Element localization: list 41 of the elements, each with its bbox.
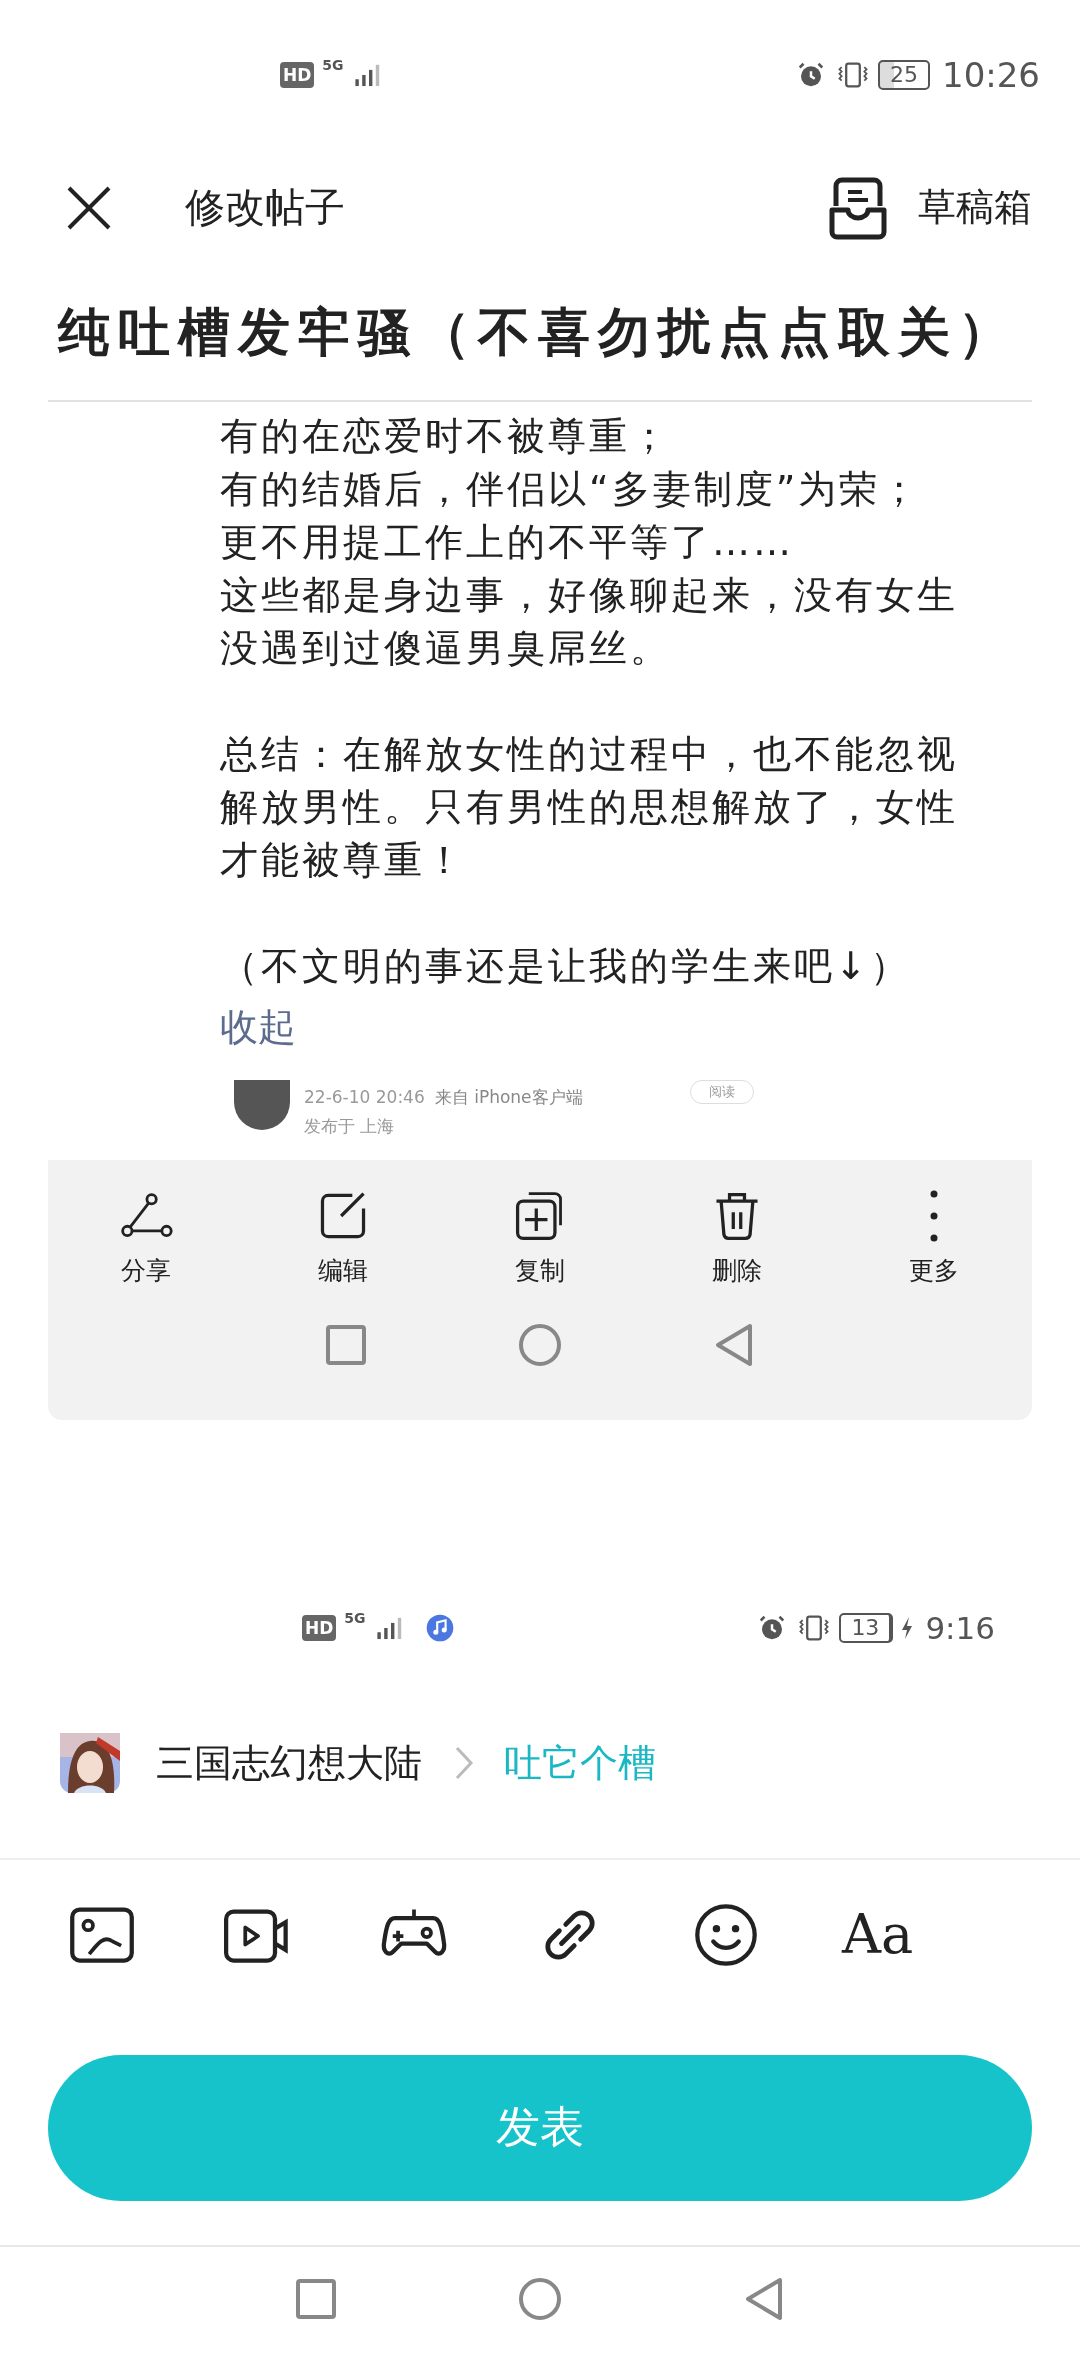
- page-title: 修改帖子: [185, 183, 345, 232]
- body-text: 更不用提工作上的不平等了……: [220, 519, 795, 566]
- body-text: 这些都是身边事，好像聊起来，没有女生没遇到过傻逼男臭屌丝。: [220, 572, 959, 672]
- post-location: 发布于 上海: [304, 1115, 396, 1138]
- post-title[interactable]: 纯吐槽发牢骚（不喜勿扰点点取关）: [58, 297, 1018, 368]
- home-icon[interactable]: [518, 1323, 562, 1367]
- emoji-icon[interactable]: [692, 1901, 760, 1969]
- game-name[interactable]: 三国志幻想大陆: [156, 1737, 422, 1789]
- body-text: 有的结婚后，伴侣以“多妻制度”为荣；: [220, 466, 923, 513]
- body-text: 总结：在解放女性的过程中，也不能忽视解放男性。只有男性的思想解放了，女性才能被尊重！: [220, 731, 959, 884]
- action-button[interactable]: 更多: [835, 1188, 1032, 1287]
- action-button[interactable]: 编辑: [244, 1188, 442, 1287]
- home-icon[interactable]: [518, 2277, 562, 2321]
- charging-icon: [901, 1616, 914, 1640]
- collapse-link[interactable]: 收起: [220, 1005, 296, 1049]
- vibrate-icon: [836, 60, 870, 90]
- action-button[interactable]: 复制: [441, 1188, 639, 1287]
- recents-icon[interactable]: [324, 1323, 368, 1367]
- body-text: （不文明的事还是让我的学生来吧↓）: [220, 943, 912, 990]
- post-source: 来自 iPhone客户端: [434, 1087, 583, 1107]
- text-style-button[interactable]: Aa: [838, 1899, 918, 1971]
- hd-badge: HD: [280, 62, 315, 88]
- network-type: 5G: [322, 57, 344, 73]
- music-icon: [425, 1614, 454, 1642]
- more-icon: [929, 1188, 938, 1244]
- battery-level: 13: [839, 1613, 894, 1643]
- clock-time: 9:16: [925, 1610, 995, 1646]
- avatar: [234, 1080, 290, 1130]
- battery-level: 25: [878, 60, 930, 90]
- vibrate-icon: [797, 1613, 832, 1643]
- action-button[interactable]: 分享: [48, 1188, 245, 1287]
- chevron-right-icon: [454, 1745, 474, 1781]
- network-type: 5G: [344, 1610, 366, 1626]
- drafts-button[interactable]: 草稿箱: [918, 182, 1032, 233]
- clock-time: 10:26: [942, 55, 1040, 95]
- post-time: 22-6-10 20:46: [304, 1087, 425, 1107]
- recents-icon[interactable]: [294, 2277, 338, 2321]
- action-button[interactable]: 删除: [638, 1188, 836, 1287]
- drafts-icon[interactable]: [828, 175, 888, 240]
- body-text: 有的在恋爱时不被尊重；: [220, 413, 672, 460]
- hd-badge: HD: [302, 1615, 337, 1641]
